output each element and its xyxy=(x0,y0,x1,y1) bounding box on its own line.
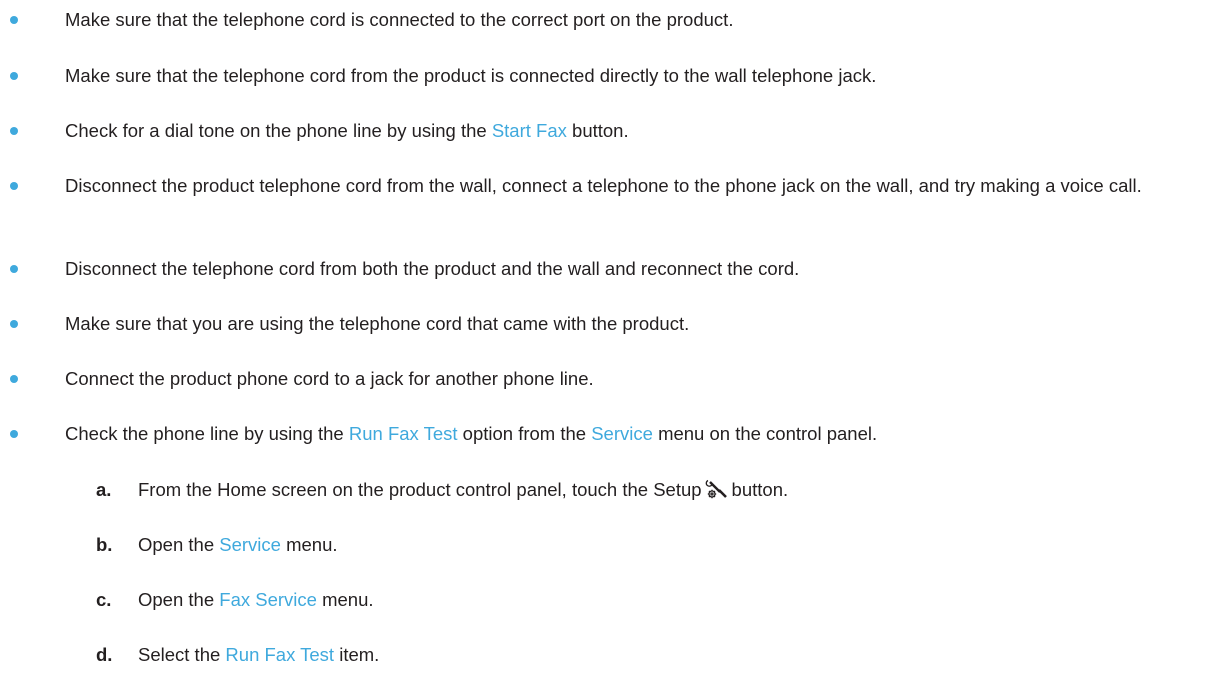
text-segment: button. xyxy=(572,120,629,141)
service-menu-link[interactable]: Service xyxy=(591,423,653,444)
bullet-icon xyxy=(10,127,18,135)
step-letter: d. xyxy=(96,644,113,665)
bullet-text: Connect the product phone cord to a jack… xyxy=(65,368,594,389)
bullet-text: Make sure that the telephone cord is con… xyxy=(65,9,734,30)
text-segment: Open the xyxy=(138,534,215,555)
text-segment: From the Home screen on the product cont… xyxy=(138,479,702,500)
text-segment: menu. xyxy=(322,589,374,610)
run-fax-test-link[interactable]: Run Fax Test xyxy=(349,423,458,444)
step-text: Open the Fax Service menu. xyxy=(138,586,374,614)
setup-wrench-gear-icon xyxy=(705,479,727,499)
text-segment: Open the xyxy=(138,589,215,610)
text-segment: item. xyxy=(339,644,380,665)
bullet-icon xyxy=(10,72,18,80)
bullet-icon xyxy=(10,182,18,190)
run-fax-test-item-link[interactable]: Run Fax Test xyxy=(225,644,334,665)
fax-service-menu-link[interactable]: Fax Service xyxy=(219,589,317,610)
step-letter: a. xyxy=(96,479,112,500)
text-segment: menu on the control panel. xyxy=(658,423,878,444)
start-fax-link[interactable]: Start Fax xyxy=(492,120,567,141)
bullet-text: Disconnect the product telephone cord fr… xyxy=(65,175,1142,196)
service-menu-link[interactable]: Service xyxy=(219,534,281,555)
bullet-icon xyxy=(10,320,18,328)
text-segment: Check the phone line by using the xyxy=(65,423,344,444)
step-letter: c. xyxy=(96,589,112,610)
bullet-icon xyxy=(10,265,18,273)
bullet-text: Make sure that you are using the telepho… xyxy=(65,313,690,334)
bullet-text: Check the phone line by using the Run Fa… xyxy=(65,420,1215,448)
text-segment: menu. xyxy=(286,534,338,555)
bullet-icon xyxy=(10,430,18,438)
text-segment: Check for a dial tone on the phone line … xyxy=(65,120,487,141)
bullet-text: Disconnect the telephone cord from both … xyxy=(65,258,800,279)
bullet-icon xyxy=(10,16,18,24)
bullet-text: Check for a dial tone on the phone line … xyxy=(65,117,1215,145)
text-segment: Select the xyxy=(138,644,221,665)
step-text: From the Home screen on the product cont… xyxy=(138,476,788,504)
text-segment: button. xyxy=(731,479,789,500)
bullet-text: Make sure that the telephone cord from t… xyxy=(65,65,877,86)
step-text: Open the Service menu. xyxy=(138,531,338,559)
text-segment: option from the xyxy=(462,423,587,444)
bullet-icon xyxy=(10,375,18,383)
troubleshooting-page: Make sure that the telephone cord is con… xyxy=(0,0,1219,684)
step-text: Select the Run Fax Test item. xyxy=(138,641,379,669)
step-letter: b. xyxy=(96,534,113,555)
